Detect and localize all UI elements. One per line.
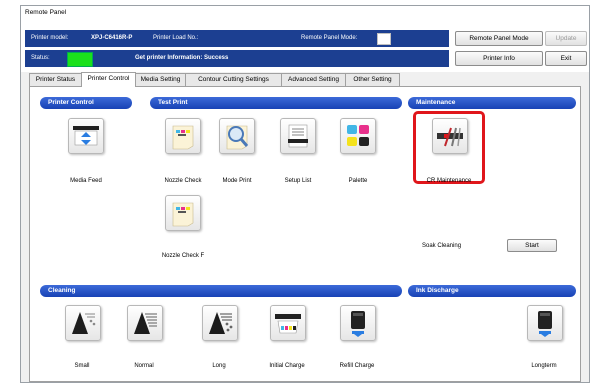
tab-printer-control[interactable]: Printer Control	[81, 72, 136, 87]
cleaning-small-label: Small	[74, 363, 90, 369]
cr-maintenance-label: CR Maintenance	[426, 178, 472, 184]
printer-info-button[interactable]: Printer Info	[455, 51, 543, 66]
tab-printer-status[interactable]: Printer Status	[29, 73, 82, 87]
printer-info-bar: Printer model: XPJ-C6416R-P Printer Load…	[25, 30, 449, 47]
palette-button[interactable]	[340, 118, 376, 154]
model-label: Printer model:	[31, 35, 69, 41]
longterm-label: Longterm	[531, 363, 557, 369]
tab-contour-cutting-settings[interactable]: Contour Cutting Settings	[185, 73, 282, 87]
header-area: Printer model: XPJ-C6416R-P Printer Load…	[21, 20, 589, 72]
section-printer-control: Printer Control	[40, 97, 132, 109]
mode-print-label: Mode Print	[222, 178, 252, 184]
soak-cleaning-label: Soak Cleaning	[422, 243, 462, 249]
mode-print-button[interactable]	[219, 118, 255, 154]
cleaning-long-icon	[209, 312, 233, 334]
nozzle-check-label: Nozzle Check	[164, 178, 202, 184]
update-button[interactable]: Update	[545, 31, 587, 46]
magnifier-icon	[226, 125, 249, 150]
section-ink-discharge: Ink Discharge	[408, 285, 576, 297]
remote-panel-mode-button[interactable]: Remote Panel Mode	[455, 31, 543, 46]
cleaning-long-button[interactable]	[202, 305, 238, 341]
initial-charge-label: Initial Charge	[269, 363, 305, 369]
soak-cleaning-start-button[interactable]: Start	[507, 239, 557, 252]
setup-list-button[interactable]	[280, 118, 316, 154]
nozzle-check-icon	[172, 125, 194, 150]
status-message: Get printer Information: Success	[135, 55, 229, 61]
exit-button[interactable]: Exit	[545, 51, 587, 66]
nozzle-check-f-button[interactable]	[165, 195, 201, 231]
longterm-button[interactable]	[527, 305, 563, 341]
printer-control-panel: Printer Control Test Print Maintenance C…	[29, 86, 581, 382]
title-bar: Remote Panel	[21, 6, 589, 21]
cleaning-normal-icon	[134, 312, 157, 334]
media-feed-button[interactable]	[68, 118, 104, 154]
cleaning-small-icon	[72, 312, 96, 334]
palette-label: Palette	[348, 178, 368, 184]
cr-maintenance-icon	[437, 127, 463, 147]
tab-advanced-setting[interactable]: Advanced Setting	[281, 73, 346, 87]
setup-list-icon	[288, 124, 308, 148]
section-maintenance: Maintenance	[408, 97, 576, 109]
longterm-icon	[538, 311, 552, 337]
load-label: Printer Load No.:	[153, 35, 199, 41]
initial-charge-button[interactable]	[270, 305, 306, 341]
setup-list-label: Setup List	[284, 178, 312, 184]
panel-mode-indicator	[377, 33, 391, 45]
nozzle-check-button[interactable]	[165, 118, 201, 154]
refill-charge-label: Refill Charge	[339, 363, 375, 369]
tab-media-setting[interactable]: Media Setting	[135, 73, 186, 87]
status-indicator	[67, 52, 93, 67]
cr-maintenance-button[interactable]	[432, 118, 468, 154]
panel-mode-label: Remote Panel Mode:	[301, 35, 358, 41]
refill-charge-icon	[351, 311, 365, 337]
initial-charge-icon	[275, 314, 301, 334]
media-feed-label: Media Feed	[70, 178, 102, 184]
cleaning-long-label: Long	[212, 363, 226, 369]
status-bar: Status: Get printer Information: Success	[25, 50, 449, 67]
section-cleaning: Cleaning	[40, 285, 402, 297]
nozzle-check-f-icon	[172, 202, 194, 227]
refill-charge-button[interactable]	[340, 305, 376, 341]
media-feed-icon	[73, 126, 99, 146]
cleaning-normal-button[interactable]	[127, 305, 163, 341]
nozzle-check-f-label: Nozzle Check F	[161, 253, 205, 259]
window-title: Remote Panel	[25, 9, 67, 16]
cleaning-normal-label: Normal	[134, 363, 154, 369]
status-label: Status:	[31, 55, 50, 61]
tab-other-setting[interactable]: Other Setting	[345, 73, 400, 87]
section-test-print: Test Print	[150, 97, 402, 109]
palette-icon	[347, 125, 369, 146]
cleaning-small-button[interactable]	[65, 305, 101, 341]
remote-panel-window: Remote Panel Printer model: XPJ-C6416R-P…	[20, 5, 590, 383]
model-value: XPJ-C6416R-P	[91, 35, 133, 41]
